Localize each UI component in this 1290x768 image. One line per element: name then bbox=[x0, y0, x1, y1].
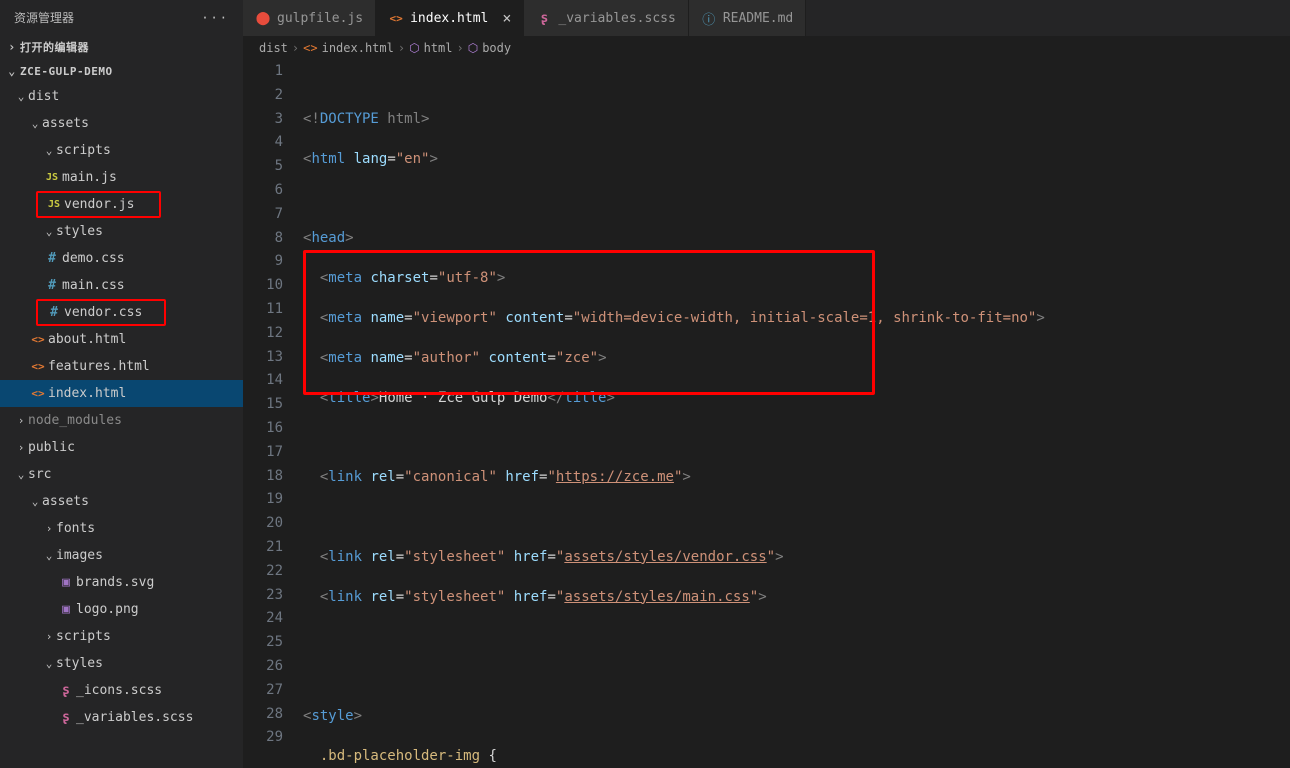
css-icon: # bbox=[42, 278, 62, 293]
project-section[interactable]: ⌄ ZCE-GULP-DEMO bbox=[0, 59, 243, 83]
editor-area: ⬤gulpfile.js <>index.html× ʂ_variables.s… bbox=[243, 0, 1290, 768]
sass-icon: ʂ bbox=[56, 683, 76, 698]
line-number-gutter: 1234567891011121314151617181920212223242… bbox=[243, 60, 303, 768]
file-index-html[interactable]: <>index.html bbox=[0, 380, 243, 407]
folder-dist[interactable]: ⌄dist bbox=[0, 83, 243, 110]
folder-scripts[interactable]: ⌄scripts bbox=[0, 137, 243, 164]
breadcrumb[interactable]: dist › <> index.html › ⬡ html › ⬡ body bbox=[243, 36, 1290, 60]
gulp-icon: ⬤ bbox=[255, 11, 271, 26]
html-icon: <> bbox=[28, 360, 48, 373]
file-main-css[interactable]: #main.css bbox=[0, 272, 243, 299]
file-demo-css[interactable]: #demo.css bbox=[0, 245, 243, 272]
js-icon: JS bbox=[42, 172, 62, 183]
sass-icon: ʂ bbox=[536, 11, 552, 26]
tab-bar: ⬤gulpfile.js <>index.html× ʂ_variables.s… bbox=[243, 0, 1290, 36]
symbol-icon: ⬡ bbox=[468, 41, 478, 55]
more-actions-icon[interactable]: ··· bbox=[201, 11, 229, 25]
breadcrumb-body[interactable]: body bbox=[482, 41, 511, 55]
open-editors-label: 打开的编辑器 bbox=[20, 39, 89, 55]
html-icon: <> bbox=[28, 333, 48, 346]
breadcrumb-index[interactable]: index.html bbox=[322, 41, 394, 55]
html-icon: <> bbox=[303, 41, 317, 55]
file-tree: ⌄dist ⌄assets ⌄scripts JSmain.js JSvendo… bbox=[0, 83, 243, 731]
symbol-icon: ⬡ bbox=[409, 41, 419, 55]
folder-node-modules[interactable]: ›node_modules bbox=[0, 407, 243, 434]
sass-icon: ʂ bbox=[56, 710, 76, 725]
file-vendor-css[interactable]: #vendor.css bbox=[36, 299, 166, 326]
breadcrumb-dist[interactable]: dist bbox=[259, 41, 288, 55]
code-content[interactable]: <!DOCTYPE html> <html lang="en"> <head> … bbox=[303, 60, 1290, 768]
explorer-sidebar: 资源管理器 ··· › 打开的编辑器 ⌄ ZCE-GULP-DEMO ⌄dist… bbox=[0, 0, 243, 768]
tab-index-html[interactable]: <>index.html× bbox=[376, 0, 524, 36]
explorer-header: 资源管理器 ··· bbox=[0, 0, 243, 35]
html-icon: <> bbox=[28, 387, 48, 400]
file-icons-scss[interactable]: ʂ_icons.scss bbox=[0, 677, 243, 704]
file-brands-svg[interactable]: ▣brands.svg bbox=[0, 569, 243, 596]
file-about-html[interactable]: <>about.html bbox=[0, 326, 243, 353]
js-icon: JS bbox=[44, 199, 64, 210]
file-main-js[interactable]: JSmain.js bbox=[0, 164, 243, 191]
folder-styles[interactable]: ⌄styles bbox=[0, 218, 243, 245]
folder-public[interactable]: ›public bbox=[0, 434, 243, 461]
chevron-right-icon: › bbox=[456, 41, 463, 55]
chevron-right-icon: › bbox=[398, 41, 405, 55]
open-editors-section[interactable]: › 打开的编辑器 bbox=[0, 35, 243, 59]
html-icon: <> bbox=[388, 12, 404, 25]
css-icon: # bbox=[44, 305, 64, 320]
folder-fonts[interactable]: ›fonts bbox=[0, 515, 243, 542]
folder-images[interactable]: ⌄images bbox=[0, 542, 243, 569]
file-features-html[interactable]: <>features.html bbox=[0, 353, 243, 380]
image-icon: ▣ bbox=[56, 575, 76, 590]
info-icon: ⓘ bbox=[701, 9, 717, 28]
project-label: ZCE-GULP-DEMO bbox=[20, 65, 113, 78]
explorer-title: 资源管理器 bbox=[14, 9, 74, 26]
breadcrumb-html[interactable]: html bbox=[424, 41, 453, 55]
tab-readme[interactable]: ⓘREADME.md bbox=[689, 0, 806, 36]
css-icon: # bbox=[42, 251, 62, 266]
tab-gulpfile[interactable]: ⬤gulpfile.js bbox=[243, 0, 376, 36]
folder-src[interactable]: ⌄src bbox=[0, 461, 243, 488]
close-icon[interactable]: × bbox=[502, 9, 511, 27]
folder-src-scripts[interactable]: ›scripts bbox=[0, 623, 243, 650]
folder-src-assets[interactable]: ⌄assets bbox=[0, 488, 243, 515]
tab-variables-scss[interactable]: ʂ_variables.scss bbox=[524, 0, 688, 36]
chevron-right-icon: › bbox=[292, 41, 299, 55]
chevron-down-icon: ⌄ bbox=[4, 64, 20, 78]
file-variables-scss[interactable]: ʂ_variables.scss bbox=[0, 704, 243, 731]
file-logo-png[interactable]: ▣logo.png bbox=[0, 596, 243, 623]
chevron-right-icon: › bbox=[4, 40, 20, 54]
code-editor[interactable]: 1234567891011121314151617181920212223242… bbox=[243, 60, 1290, 768]
file-vendor-js[interactable]: JSvendor.js bbox=[36, 191, 161, 218]
image-icon: ▣ bbox=[56, 602, 76, 617]
folder-assets[interactable]: ⌄assets bbox=[0, 110, 243, 137]
folder-src-styles[interactable]: ⌄styles bbox=[0, 650, 243, 677]
